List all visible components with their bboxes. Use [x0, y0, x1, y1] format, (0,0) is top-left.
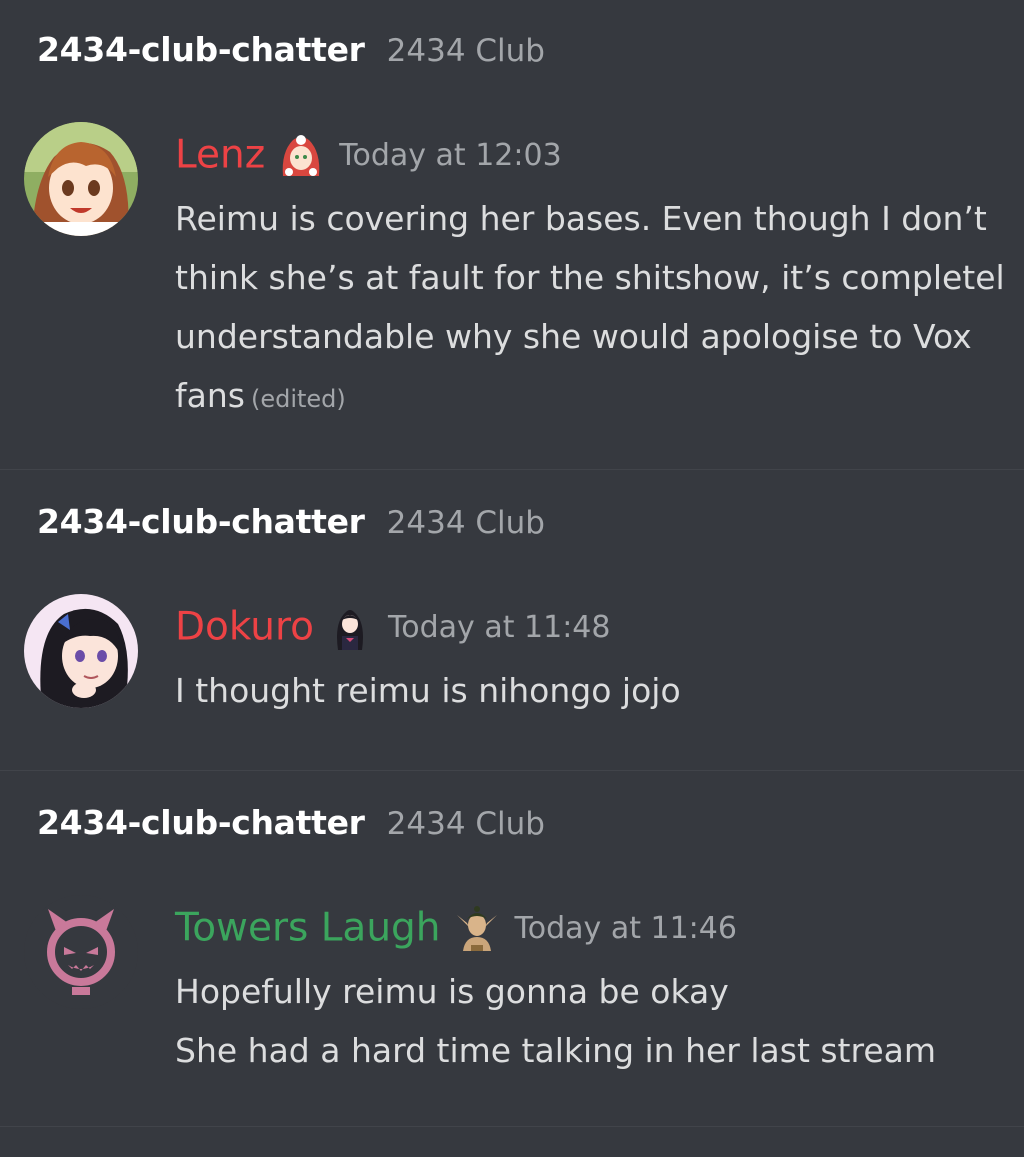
elf-character-icon	[453, 905, 501, 953]
message-line: She had a hard time talking in her last …	[175, 1031, 937, 1070]
message-line: understandable why she would apologise t…	[175, 317, 972, 356]
message-feed: 2434-club-chatter 2434 Club Lenz Today at …	[0, 0, 1024, 1157]
message-content: I thought reimu is nihongo jojo	[175, 661, 1024, 720]
message-header: Towers Laugh Today at 11:46	[175, 903, 737, 953]
message-line-last: fans (edited)	[175, 366, 1024, 425]
timestamp: Today at 11:48	[388, 609, 611, 645]
red-hood-character-icon	[277, 132, 325, 180]
message-block: 2434-club-chatter 2434 Club Dokuro Today a…	[0, 470, 1024, 771]
message-block: 2434-club-chatter 2434 Club Lenz Today at …	[0, 0, 1024, 470]
server-name: 2434 Club	[386, 33, 545, 69]
author-name[interactable]: Dokuro	[175, 605, 314, 650]
message-line: think she’s at fault for the shitshow, i…	[175, 258, 1005, 297]
message-content: Hopefully reimu is gonna be okay She had…	[175, 962, 1024, 1080]
channel-name[interactable]: 2434-club-chatter	[37, 803, 365, 842]
message-line: fans	[175, 376, 245, 415]
pink-demon-face-avatar[interactable]	[24, 895, 138, 1009]
server-name: 2434 Club	[386, 505, 545, 541]
message-line: Reimu is covering her bases. Even though…	[175, 199, 987, 238]
channel-name[interactable]: 2434-club-chatter	[37, 30, 365, 69]
message-content: Reimu is covering her bases. Even though…	[175, 189, 1024, 425]
timestamp: Today at 12:03	[339, 137, 562, 173]
channel-header[interactable]: 2434-club-chatter 2434 Club	[37, 502, 545, 542]
channel-name[interactable]: 2434-club-chatter	[37, 502, 365, 541]
channel-header[interactable]: 2434-club-chatter 2434 Club	[37, 30, 545, 70]
author-name[interactable]: Towers Laugh	[175, 906, 441, 951]
edited-label: (edited)	[250, 385, 346, 413]
message-block: 2434-club-chatter 2434 Club Towers Laugh T…	[0, 771, 1024, 1127]
channel-header[interactable]: 2434-club-chatter 2434 Club	[37, 803, 545, 843]
message-line: Hopefully reimu is gonna be okay	[175, 972, 729, 1011]
black-hair-anime-girl-avatar[interactable]	[24, 594, 138, 708]
timestamp: Today at 11:46	[514, 910, 737, 946]
message-header: Lenz Today at 12:03	[175, 130, 562, 180]
message-line: I thought reimu is nihongo jojo	[175, 671, 681, 710]
message-header: Dokuro Today at 11:48	[175, 602, 610, 652]
author-name[interactable]: Lenz	[175, 133, 265, 178]
orange-hair-anime-girl-avatar[interactable]	[24, 122, 138, 236]
dark-hair-character-icon	[326, 604, 374, 652]
server-name: 2434 Club	[386, 806, 545, 842]
